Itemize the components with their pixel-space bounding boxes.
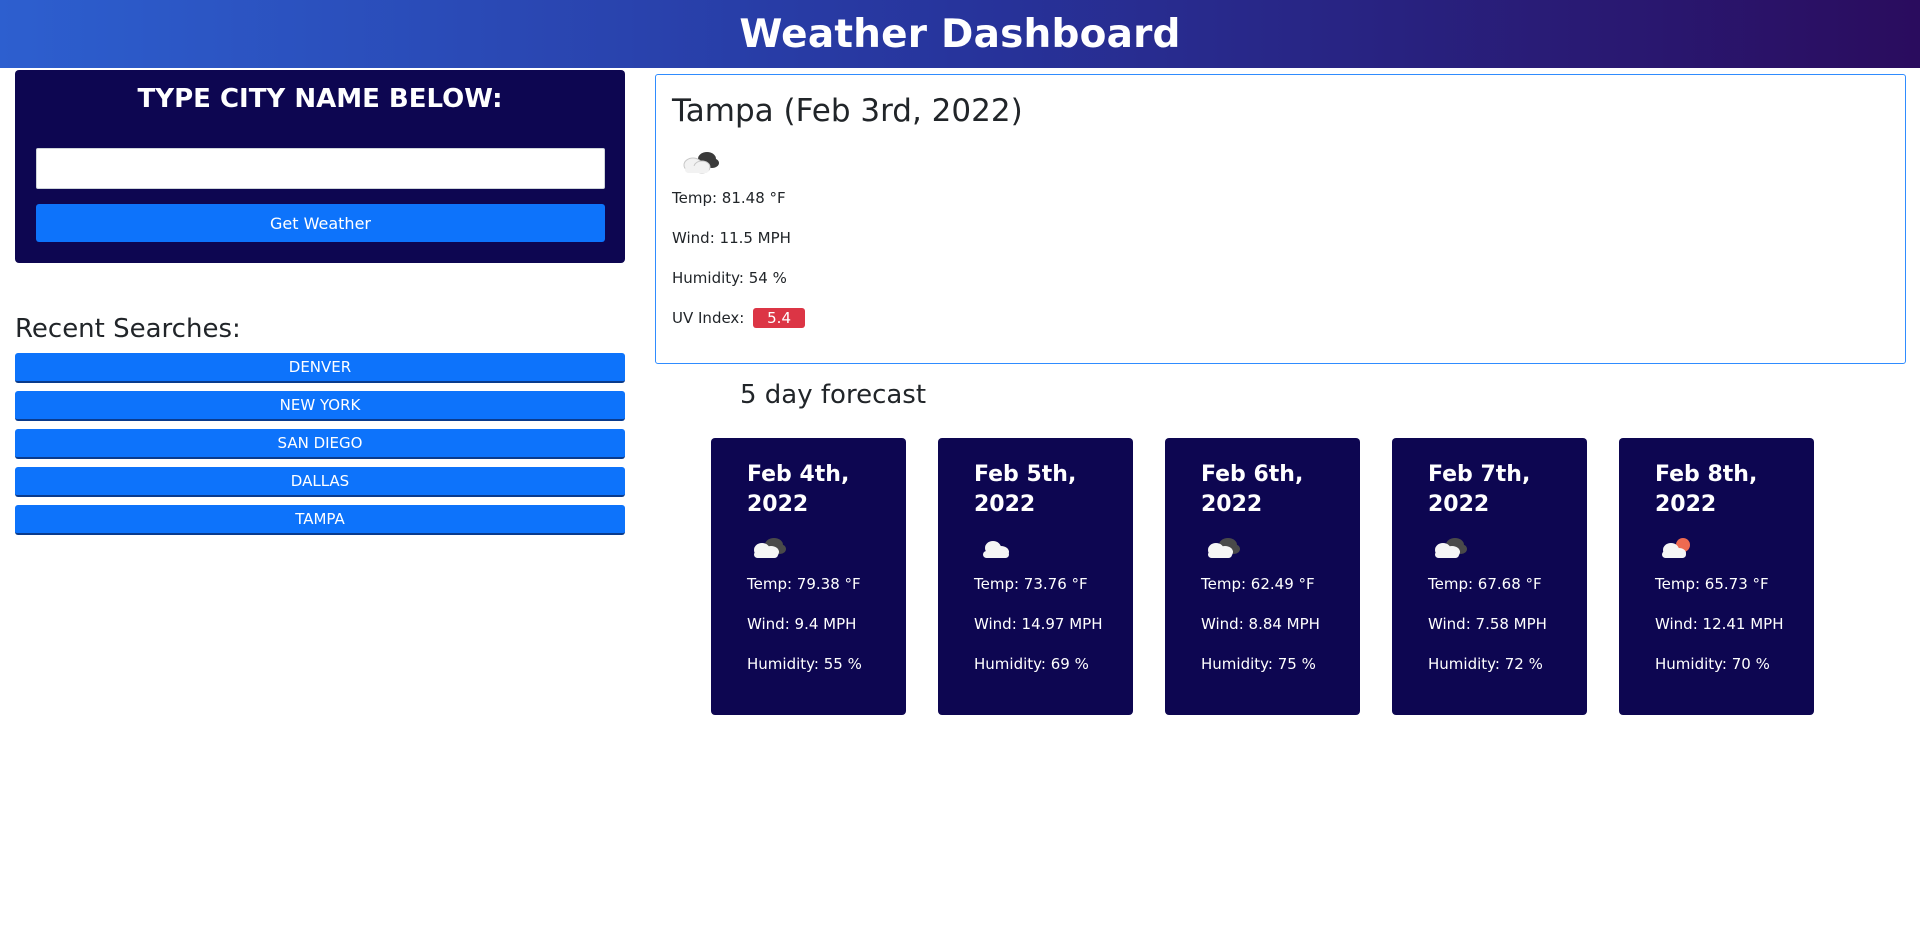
forecast-humidity: Humidity: 72 % <box>1428 655 1543 673</box>
uv-index-badge: 5.4 <box>753 308 805 328</box>
broken-clouds-icon <box>1208 538 1240 558</box>
forecast-card: Feb 4th, 2022 Temp: 79.38 °F Wind: 9.4 M… <box>711 438 906 715</box>
partly-cloudy-day-icon <box>1662 538 1690 558</box>
forecast-card: Feb 6th, 2022 Temp: 62.49 °F Wind: 8.84 … <box>1165 438 1360 715</box>
recent-search-denver[interactable]: DENVER <box>15 353 625 383</box>
forecast-temp: Temp: 65.73 °F <box>1655 575 1769 593</box>
search-panel: TYPE CITY NAME BELOW: Get Weather <box>15 70 625 263</box>
forecast-date: Feb 8th, 2022 <box>1655 462 1758 517</box>
broken-clouds-icon <box>754 538 786 558</box>
page-title: Weather Dashboard <box>739 11 1181 57</box>
forecast-wind: Wind: 9.4 MPH <box>747 615 857 633</box>
recent-search-dallas[interactable]: DALLAS <box>15 467 625 497</box>
current-city-date: Tampa (Feb 3rd, 2022) <box>672 93 1023 129</box>
forecast-humidity: Humidity: 69 % <box>974 655 1089 673</box>
current-uv-row: UV Index: 5.4 <box>672 308 805 328</box>
recent-searches-list: DENVER NEW YORK SAN DIEGO DALLAS TAMPA <box>15 353 625 543</box>
uv-index-label: UV Index: <box>672 309 745 327</box>
forecast-wind: Wind: 12.41 MPH <box>1655 615 1784 633</box>
broken-clouds-icon <box>1435 538 1467 558</box>
forecast-wind: Wind: 7.58 MPH <box>1428 615 1547 633</box>
header-bar: Weather Dashboard <box>0 0 1920 68</box>
forecast-humidity: Humidity: 55 % <box>747 655 862 673</box>
recent-search-san-diego[interactable]: SAN DIEGO <box>15 429 625 459</box>
forecast-humidity: Humidity: 70 % <box>1655 655 1770 673</box>
city-search-input[interactable] <box>36 148 605 189</box>
recent-search-new-york[interactable]: NEW YORK <box>15 391 625 421</box>
forecast-temp: Temp: 79.38 °F <box>747 575 861 593</box>
recent-searches-title: Recent Searches: <box>15 314 241 344</box>
forecast-date: Feb 4th, 2022 <box>747 462 850 517</box>
forecast-card: Feb 7th, 2022 Temp: 67.68 °F Wind: 7.58 … <box>1392 438 1587 715</box>
forecast-temp: Temp: 62.49 °F <box>1201 575 1315 593</box>
search-title: TYPE CITY NAME BELOW: <box>137 84 503 114</box>
forecast-temp: Temp: 73.76 °F <box>974 575 1088 593</box>
forecast-date: Feb 7th, 2022 <box>1428 462 1531 517</box>
get-weather-button[interactable]: Get Weather <box>36 204 605 242</box>
forecast-title: 5 day forecast <box>740 380 927 410</box>
forecast-card: Feb 8th, 2022 Temp: 65.73 °F Wind: 12.41… <box>1619 438 1814 715</box>
forecast-temp: Temp: 67.68 °F <box>1428 575 1542 593</box>
forecast-card: Feb 5th, 2022 Temp: 73.76 °F Wind: 14.97… <box>938 438 1133 715</box>
current-wind: Wind: 11.5 MPH <box>672 229 791 247</box>
forecast-wind: Wind: 8.84 MPH <box>1201 615 1320 633</box>
forecast-date: Feb 5th, 2022 <box>974 462 1077 517</box>
forecast-humidity: Humidity: 75 % <box>1201 655 1316 673</box>
current-humidity: Humidity: 54 % <box>672 269 787 287</box>
forecast-wind: Wind: 14.97 MPH <box>974 615 1103 633</box>
cloud-icon <box>983 541 1009 558</box>
current-weather-card: Tampa (Feb 3rd, 2022) Temp: 81.48 °F Win… <box>655 74 1906 364</box>
forecast-date: Feb 6th, 2022 <box>1201 462 1304 517</box>
recent-search-tampa[interactable]: TAMPA <box>15 505 625 535</box>
partly-cloudy-night-icon <box>683 152 719 174</box>
current-temp: Temp: 81.48 °F <box>672 189 786 207</box>
